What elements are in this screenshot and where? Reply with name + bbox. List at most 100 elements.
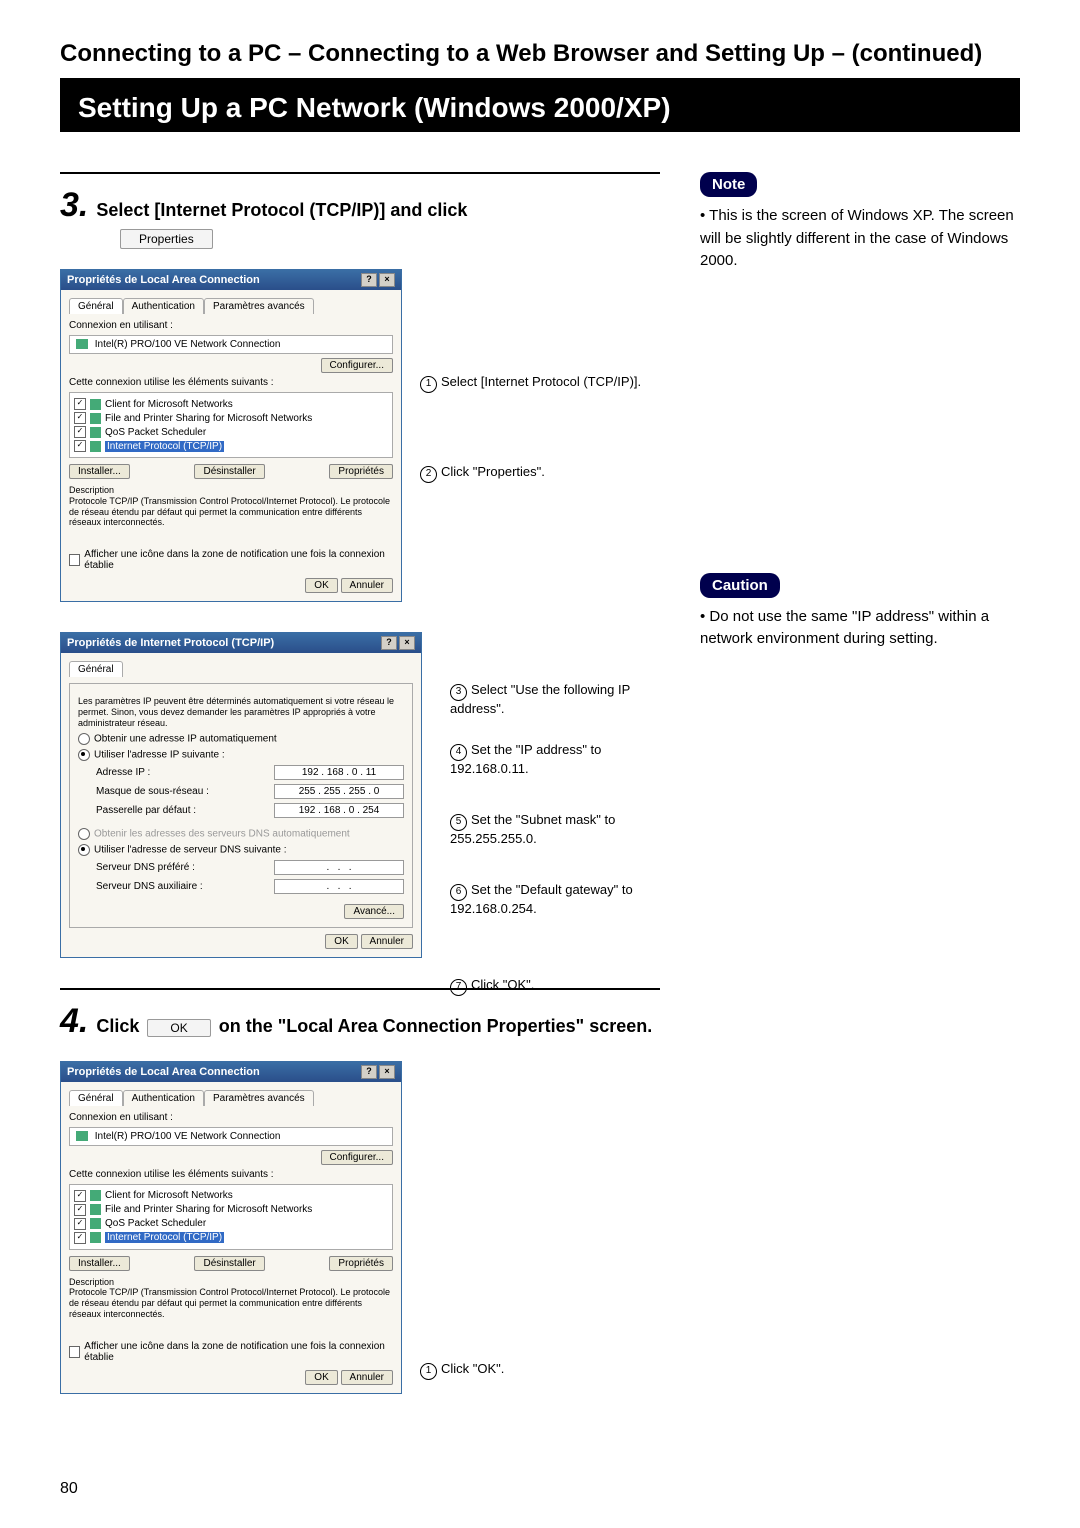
tab-general[interactable]: Général (69, 661, 123, 677)
caution-text: • Do not use the same "IP address" withi… (700, 606, 1020, 651)
advanced-button[interactable]: Avancé... (344, 904, 404, 919)
page-number: 80 (60, 1480, 78, 1498)
tab-advanced[interactable]: Paramètres avancés (204, 1090, 314, 1106)
checkbox-icon[interactable]: ✓ (74, 1204, 86, 1216)
callout-4: 4Set the "IP address" to 192.168.0.11. (450, 742, 660, 778)
page-title: Connecting to a PC – Connecting to a Web… (60, 40, 1020, 68)
dns-pref-label: Serveur DNS préféré : (96, 862, 195, 873)
list-item[interactable]: ✓QoS Packet Scheduler (74, 1217, 388, 1231)
help-icon[interactable]: ? (381, 636, 397, 650)
list-item[interactable]: ✓Client for Microsoft Networks (74, 1189, 388, 1203)
callout-6: 6Set the "Default gateway" to 192.168.0.… (450, 882, 660, 918)
tab-general[interactable]: Général (69, 1090, 123, 1106)
note-label: Note (700, 172, 757, 197)
dns-aux-field[interactable]: . . . (274, 879, 404, 894)
dialog-titlebar: Propriétés de Local Area Connection ? × (61, 1062, 401, 1082)
ip-address-field[interactable]: 192 . 168 . 0 . 11 (274, 765, 404, 780)
connect-label: Connexion en utilisant : (69, 320, 393, 331)
callout-8: 1Click "OK". (420, 1361, 504, 1380)
tab-authentication[interactable]: Authentication (123, 298, 204, 314)
gateway-label: Passerelle par défaut : (96, 805, 196, 816)
adapter-icon (76, 1131, 88, 1141)
component-icon (90, 1190, 101, 1201)
properties-button[interactable]: Propriétés (329, 1256, 393, 1271)
help-icon[interactable]: ? (361, 1065, 377, 1079)
show-icon-label: Afficher une icône dans la zone de notif… (84, 1341, 393, 1363)
step-text-b: on the "Local Area Connection Properties… (219, 1016, 653, 1037)
ip-label: Adresse IP : (96, 767, 150, 778)
caution-label: Caution (700, 573, 780, 598)
tab-advanced[interactable]: Paramètres avancés (204, 298, 314, 314)
component-icon (90, 1204, 101, 1215)
dialog-title: Propriétés de Local Area Connection (67, 1066, 260, 1078)
uninstall-button[interactable]: Désinstaller (194, 1256, 264, 1271)
radio-manual-ip[interactable] (78, 749, 90, 761)
note-box: Note • This is the screen of Windows XP.… (700, 172, 1020, 273)
component-icon (90, 399, 101, 410)
checkbox-icon[interactable] (69, 1346, 80, 1358)
checkbox-icon[interactable]: ✓ (74, 440, 86, 452)
component-icon (90, 441, 101, 452)
gateway-field[interactable]: 192 . 168 . 0 . 254 (274, 803, 404, 818)
radio-auto-ip[interactable] (78, 733, 90, 745)
configure-button[interactable]: Configurer... (321, 1150, 393, 1165)
close-icon[interactable]: × (379, 273, 395, 287)
step-text: Select [Internet Protocol (TCP/IP)] and … (96, 200, 467, 221)
description-text: Protocole TCP/IP (Transmission Control P… (69, 1287, 393, 1319)
close-icon[interactable]: × (379, 1065, 395, 1079)
checkbox-icon[interactable]: ✓ (74, 398, 86, 410)
description-label: Description (69, 485, 393, 496)
mask-label: Masque de sous-réseau : (96, 786, 209, 797)
list-item[interactable]: ✓Client for Microsoft Networks (74, 397, 388, 411)
lac-properties-dialog-2: Propriétés de Local Area Connection ? × … (60, 1061, 402, 1394)
subnet-mask-field[interactable]: 255 . 255 . 255 . 0 (274, 784, 404, 799)
radio-manual-dns[interactable] (78, 844, 90, 856)
properties-button[interactable]: Propriétés (329, 464, 393, 479)
step-4: 4. Click OK on the "Local Area Connectio… (60, 988, 660, 1394)
intro-text: Les paramètres IP peuvent être déterminé… (78, 696, 404, 728)
cancel-button[interactable]: Annuler (341, 1370, 393, 1385)
list-item-tcpip[interactable]: ✓Internet Protocol (TCP/IP) (74, 1231, 388, 1245)
uninstall-button[interactable]: Désinstaller (194, 464, 264, 479)
checkbox-icon[interactable]: ✓ (74, 1232, 86, 1244)
tab-authentication[interactable]: Authentication (123, 1090, 204, 1106)
show-icon-label: Afficher une icône dans la zone de notif… (84, 549, 393, 571)
install-button[interactable]: Installer... (69, 464, 130, 479)
configure-button[interactable]: Configurer... (321, 358, 393, 373)
ok-button[interactable]: OK (325, 934, 357, 949)
checkbox-icon[interactable]: ✓ (74, 426, 86, 438)
ok-button-image: OK (147, 1019, 210, 1037)
list-item[interactable]: ✓File and Printer Sharing for Microsoft … (74, 411, 388, 425)
callout-2: 2Click "Properties". (420, 464, 545, 483)
help-icon[interactable]: ? (361, 273, 377, 287)
dialog-titlebar: Propriétés de Internet Protocol (TCP/IP)… (61, 633, 421, 653)
elements-label: Cette connexion utilise les éléments sui… (69, 377, 393, 388)
cancel-button[interactable]: Annuler (361, 934, 413, 949)
component-icon (90, 1218, 101, 1229)
component-icon (90, 427, 101, 438)
ok-button[interactable]: OK (305, 578, 337, 593)
component-icon (90, 1232, 101, 1243)
properties-button-image: Properties (120, 229, 213, 249)
ok-button[interactable]: OK (305, 1370, 337, 1385)
checkbox-icon[interactable]: ✓ (74, 1190, 86, 1202)
adapter-name: Intel(R) PRO/100 VE Network Connection (69, 335, 393, 354)
install-button[interactable]: Installer... (69, 1256, 130, 1271)
tab-general[interactable]: Général (69, 298, 123, 314)
cancel-button[interactable]: Annuler (341, 578, 393, 593)
list-item-tcpip[interactable]: ✓Internet Protocol (TCP/IP) (74, 439, 388, 453)
components-list: ✓Client for Microsoft Networks ✓File and… (69, 392, 393, 458)
checkbox-icon[interactable]: ✓ (74, 412, 86, 424)
list-item[interactable]: ✓File and Printer Sharing for Microsoft … (74, 1203, 388, 1217)
checkbox-icon[interactable] (69, 554, 80, 566)
components-list: ✓Client for Microsoft Networks ✓File and… (69, 1184, 393, 1250)
close-icon[interactable]: × (399, 636, 415, 650)
elements-label: Cette connexion utilise les éléments sui… (69, 1169, 393, 1180)
step-text-a: Click (96, 1016, 139, 1037)
dns-preferred-field[interactable]: . . . (274, 860, 404, 875)
component-icon (90, 413, 101, 424)
callout-7: 7Click "OK". (450, 977, 534, 996)
list-item[interactable]: ✓QoS Packet Scheduler (74, 425, 388, 439)
connect-label: Connexion en utilisant : (69, 1112, 393, 1123)
checkbox-icon[interactable]: ✓ (74, 1218, 86, 1230)
